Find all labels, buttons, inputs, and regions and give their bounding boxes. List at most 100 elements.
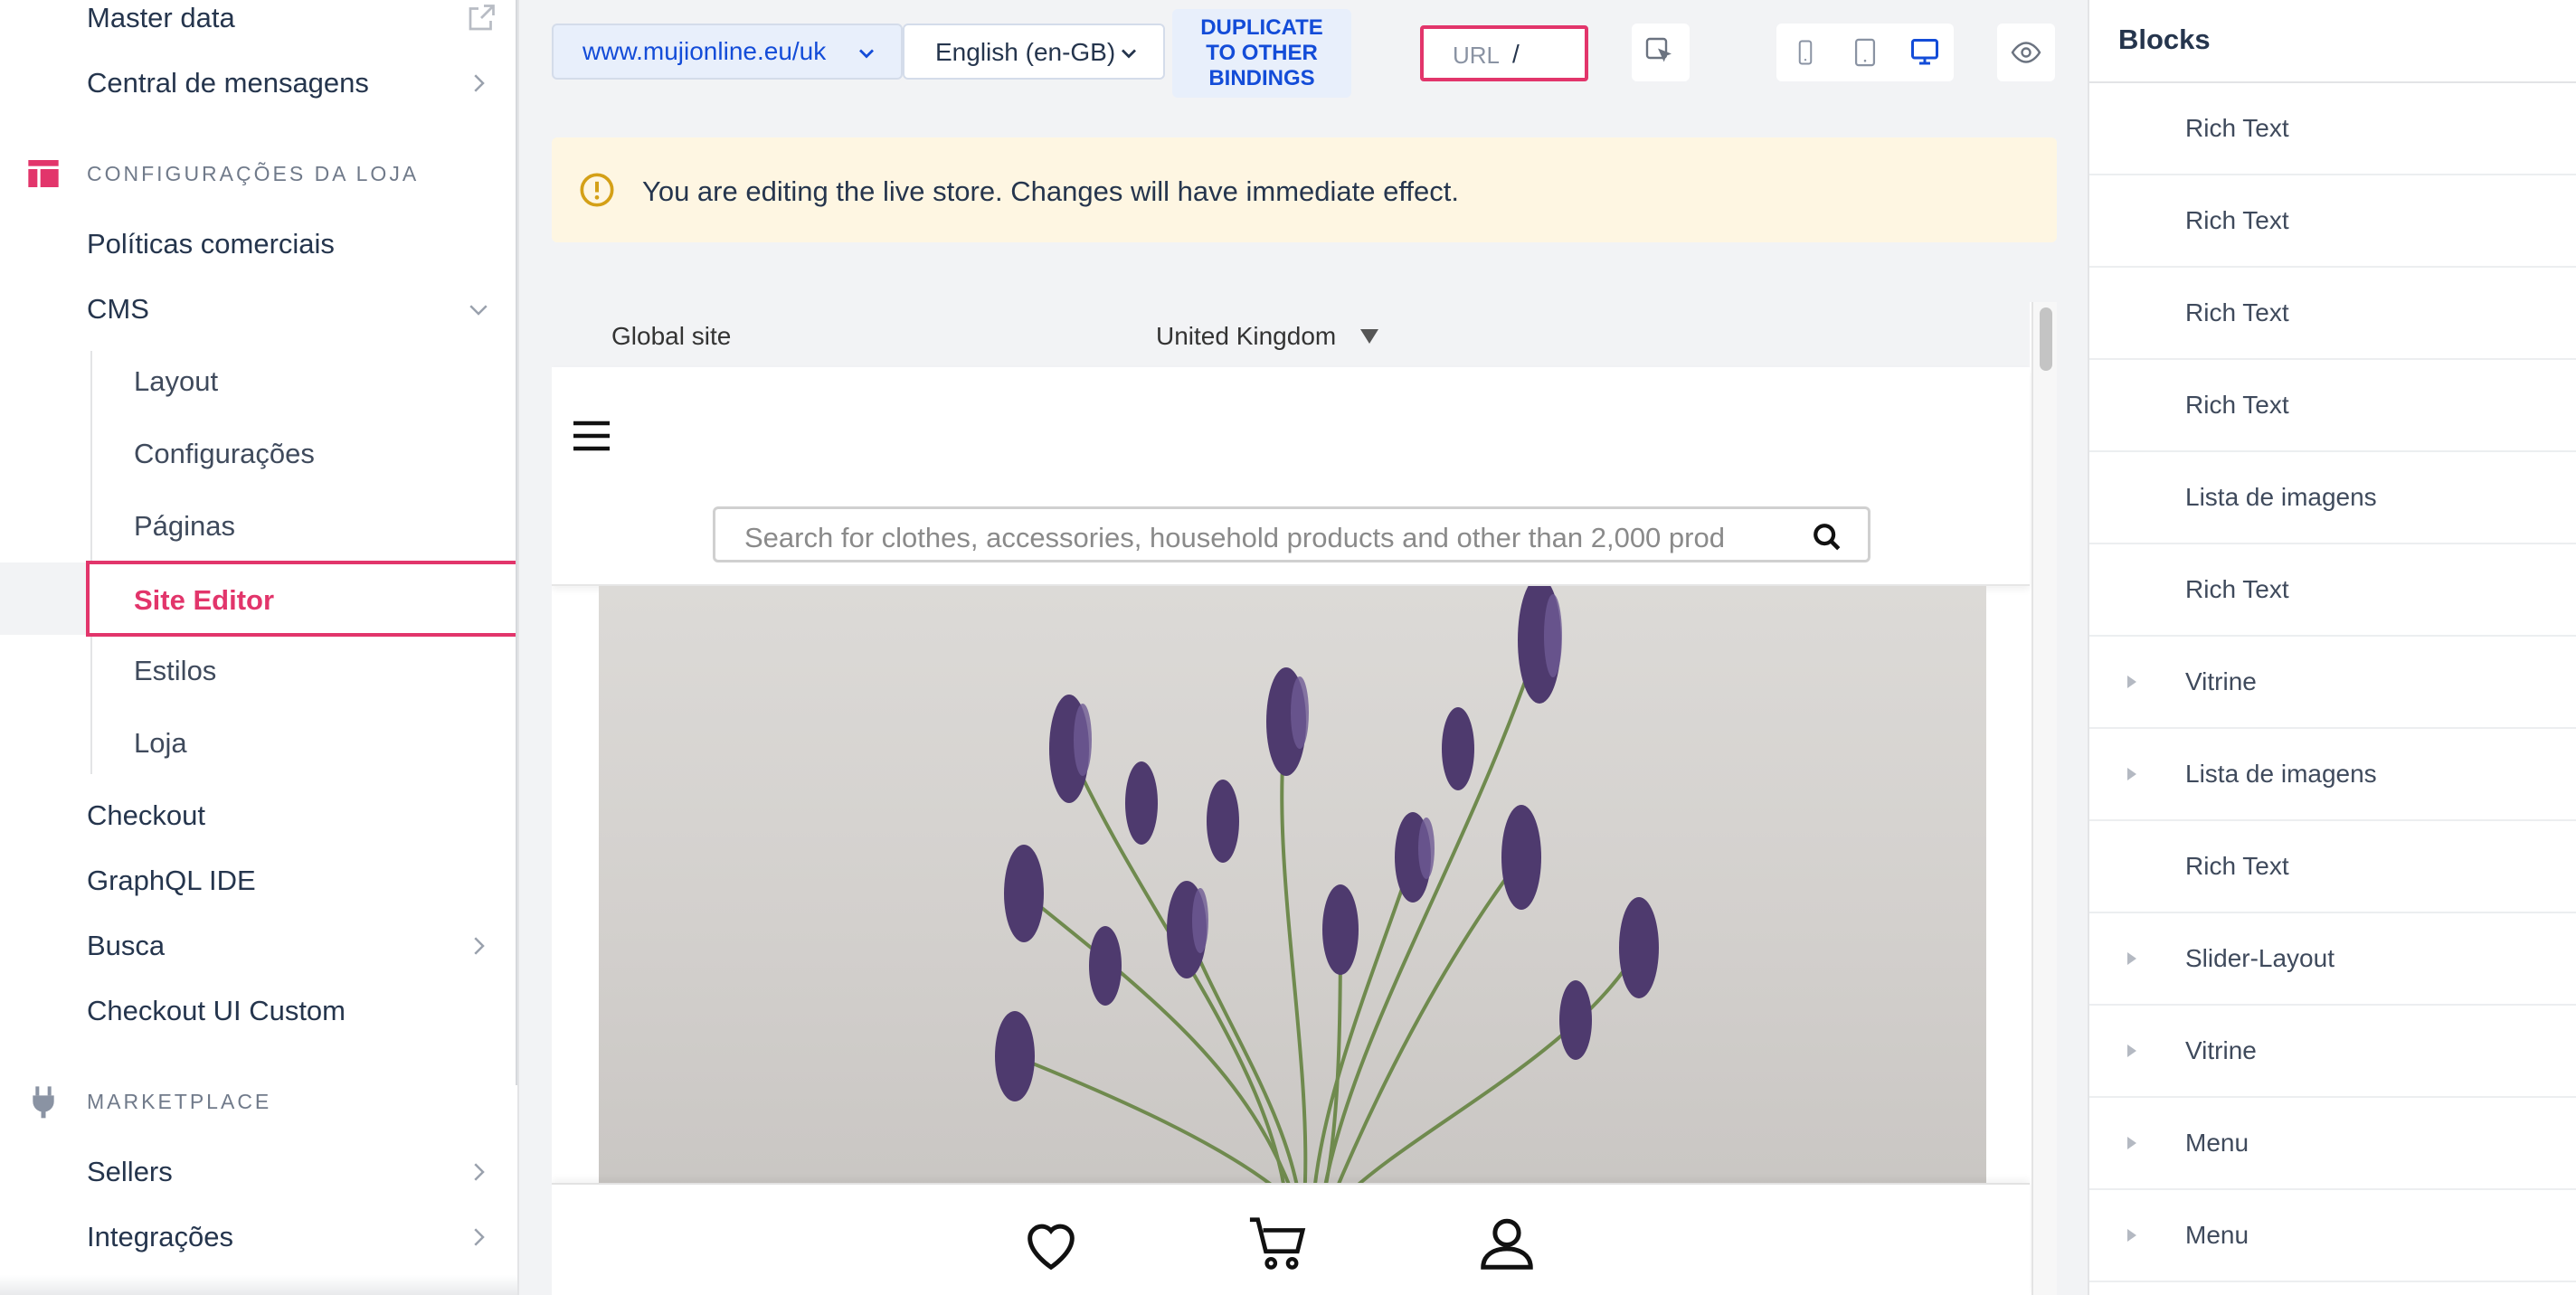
heart-icon[interactable]	[1017, 1212, 1085, 1275]
blocks-panel: Blocks Rich Text Rich Text Rich Text Rich T…	[2088, 0, 2576, 1295]
sidebar-item-label: Layout	[134, 365, 219, 397]
sidebar-item-cms[interactable]: CMS	[0, 277, 517, 342]
store-preview-frame[interactable]: Global site United Kingdom Search for cl…	[552, 302, 2057, 1295]
expand-arrow-icon[interactable]	[2126, 767, 2138, 781]
caret-down-icon	[1360, 329, 1378, 344]
admin-sidebar: Master data Central de mensagens CONFIGU…	[0, 0, 519, 1295]
store-header: Search for clothes, accessories, househo…	[552, 367, 2030, 586]
section-store-settings: CONFIGURAÇÕES DA LOJA	[0, 147, 517, 201]
block-item[interactable]: Lista de imagens	[2089, 729, 2576, 821]
sidebar-item-sellers[interactable]: Sellers	[0, 1139, 517, 1205]
hero-lavender-image	[599, 586, 1986, 1201]
external-link-icon	[469, 5, 495, 31]
block-item[interactable]: Menu	[2089, 1098, 2576, 1190]
block-item[interactable]: Lista de imagens	[2089, 452, 2576, 544]
sidebar-item-label: GraphQL IDE	[87, 865, 256, 896]
expand-arrow-icon[interactable]	[2126, 951, 2138, 966]
sidebar-item-paginas[interactable]: Páginas	[0, 494, 517, 559]
search-icon[interactable]	[1812, 522, 1842, 553]
block-item-label: Menu	[2185, 1129, 2249, 1157]
store-search-input[interactable]: Search for clothes, accessories, househo…	[713, 506, 1870, 562]
duplicate-to-other-bindings-button[interactable]: DUPLICATE TO OTHER BINDINGS	[1172, 9, 1351, 98]
sidebar-item-busca[interactable]: Busca	[0, 913, 517, 978]
mobile-icon	[1798, 40, 1813, 65]
sidebar-item-label: Loja	[134, 727, 187, 759]
country-selector[interactable]: United Kingdom	[1156, 322, 1336, 351]
sidebar-item-label: Integrações	[87, 1221, 233, 1252]
block-item[interactable]: Rich Text	[2089, 821, 2576, 913]
block-item[interactable]: Menu	[2089, 1190, 2576, 1282]
sidebar-item-integracoes[interactable]: Integrações	[0, 1205, 517, 1270]
sidebar-item-label: Estilos	[134, 655, 217, 686]
expand-arrow-icon[interactable]	[2126, 1044, 2138, 1058]
sidebar-item-site-editor[interactable]: Site Editor	[86, 561, 517, 637]
block-item[interactable]: Vitrine	[2089, 637, 2576, 729]
lavender-illustration	[995, 586, 1659, 1201]
block-item[interactable]: Slider-Layout	[2089, 913, 2576, 1006]
sidebar-bottom-shadow	[0, 1275, 517, 1295]
sidebar-item-label: Busca	[87, 930, 166, 961]
preview-scrollbar-thumb[interactable]	[2040, 307, 2052, 371]
cart-icon[interactable]	[1245, 1212, 1313, 1275]
preview-scrollbar[interactable]	[2031, 302, 2057, 1295]
sidebar-item-configuracoes[interactable]: Configurações	[0, 421, 517, 487]
sidebar-item-estilos[interactable]: Estilos	[0, 638, 517, 704]
global-site-link[interactable]: Global site	[611, 322, 731, 351]
hamburger-menu-icon[interactable]	[570, 414, 613, 458]
live-store-warning: You are editing the live store. Changes …	[552, 137, 2057, 242]
chevron-right-icon	[474, 74, 485, 92]
block-item[interactable]: Rich Text	[2089, 83, 2576, 175]
sidebar-item-label: Checkout UI Custom	[87, 995, 346, 1026]
sidebar-item-label: Páginas	[134, 510, 236, 542]
sidebar-item-master-data[interactable]: Master data	[0, 0, 517, 51]
sidebar-item-checkout-ui-custom[interactable]: Checkout UI Custom	[0, 978, 517, 1044]
block-item-label: Vitrine	[2185, 667, 2257, 695]
block-item-label: Rich Text	[2185, 206, 2289, 234]
sidebar-item-label: Políticas comerciais	[87, 228, 335, 260]
locale-select[interactable]: English (en-GB)	[903, 24, 1165, 80]
block-item[interactable]: Rich Text	[2089, 544, 2576, 637]
block-item[interactable]: Rich Text	[2089, 175, 2576, 268]
warning-icon	[580, 173, 614, 207]
desktop-view-button[interactable]	[1896, 24, 1954, 81]
expand-arrow-icon[interactable]	[2126, 675, 2138, 689]
chevron-down-icon	[1122, 49, 1136, 59]
block-item-label: Slider-Layout	[2185, 944, 2334, 972]
chevron-down-icon	[859, 49, 874, 59]
block-item-label: Lista de imagens	[2185, 760, 2377, 788]
binding-select[interactable]: www.mujionline.eu/uk	[552, 24, 903, 80]
chevron-right-icon	[474, 1163, 485, 1181]
url-value: /	[1512, 40, 1520, 68]
store-search-placeholder: Search for clothes, accessories, househo…	[744, 522, 1725, 553]
section-title: CONFIGURAÇÕES DA LOJA	[87, 161, 420, 185]
preview-button[interactable]	[1997, 24, 2055, 81]
url-input[interactable]: URL /	[1420, 25, 1588, 81]
sidebar-item-label: Checkout	[87, 799, 205, 831]
desktop-icon	[1911, 39, 1938, 65]
sidebar-item-loja[interactable]: Loja	[0, 711, 517, 776]
sidebar-item-graphql-ide[interactable]: GraphQL IDE	[0, 848, 517, 913]
user-icon[interactable]	[1473, 1212, 1541, 1275]
block-item[interactable]: Rich Text	[2089, 268, 2576, 360]
block-item-label: Rich Text	[2185, 114, 2289, 142]
duplicate-button-label: DUPLICATE TO OTHER BINDINGS	[1200, 15, 1323, 90]
sidebar-item-label: Master data	[87, 2, 235, 33]
expand-arrow-icon[interactable]	[2126, 1136, 2138, 1150]
block-item[interactable]: Vitrine	[2089, 1006, 2576, 1098]
sidebar-item-central-de-mensagens[interactable]: Central de mensagens	[0, 51, 517, 116]
sidebar-item-politicas-comerciais[interactable]: Políticas comerciais	[0, 212, 517, 277]
block-item[interactable]: Rich Text	[2089, 360, 2576, 452]
expand-arrow-icon[interactable]	[2126, 1228, 2138, 1243]
url-prefix: URL	[1453, 42, 1501, 69]
sidebar-item-layout[interactable]: Layout	[0, 349, 517, 414]
mobile-view-button[interactable]	[1776, 24, 1834, 81]
chevron-right-icon	[474, 1228, 485, 1246]
country-bar: Global site United Kingdom	[552, 302, 2030, 367]
store-mobile-footer	[552, 1183, 2030, 1295]
sidebar-item-checkout[interactable]: Checkout	[0, 783, 517, 848]
chevron-right-icon	[474, 937, 485, 955]
inspect-button[interactable]	[1632, 24, 1690, 81]
block-item-label: Rich Text	[2185, 575, 2289, 603]
sidebar-item-label: CMS	[87, 293, 149, 325]
tablet-view-button[interactable]	[1836, 24, 1894, 81]
